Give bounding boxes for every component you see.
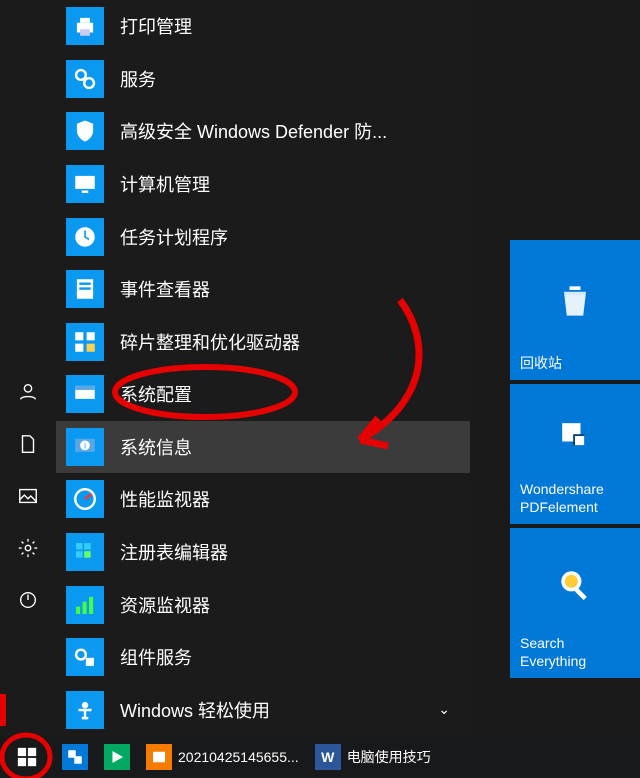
tile-label: Search Everything (520, 634, 630, 670)
pdfelement-icon (520, 392, 630, 480)
start-app-sysconfig[interactable]: 系统配置 (56, 368, 470, 421)
app-label: 性能监视器 (120, 486, 210, 512)
start-app-ease[interactable]: Windows 轻松使用 ⌄ (56, 684, 470, 737)
regedit-icon (66, 533, 104, 571)
app-label: 组件服务 (120, 644, 192, 670)
services-icon (66, 60, 104, 98)
svg-text:i: i (84, 442, 86, 451)
pdfelement-icon (62, 744, 88, 770)
sysconfig-icon (66, 375, 104, 413)
computer-icon (66, 165, 104, 203)
word-icon: W (315, 744, 341, 770)
tile-search-everything[interactable]: Search Everything (510, 528, 640, 678)
app-label: Windows 轻松使用 (120, 697, 270, 723)
app-label: 系统信息 (120, 434, 192, 460)
rail-documents[interactable] (16, 432, 40, 456)
taskbar-item-pdfelement[interactable] (54, 736, 96, 778)
start-app-sysinfo[interactable]: i 系统信息 (56, 421, 470, 474)
app-label: 计算机管理 (120, 171, 210, 197)
start-app-printer[interactable]: 打印管理 (56, 0, 470, 53)
app-label: 注册表编辑器 (120, 539, 228, 565)
start-app-component[interactable]: 组件服务 (56, 631, 470, 684)
app-label: 事件查看器 (120, 276, 210, 302)
app-label: 系统配置 (120, 381, 192, 407)
taskbar-label: 电脑使用技巧 (347, 747, 431, 767)
taskbar-item-reader[interactable]: 20210425145655... (138, 736, 307, 778)
chevron-down-icon: ⌄ (438, 701, 450, 718)
taskbar: 20210425145655... W 电脑使用技巧 (0, 736, 640, 778)
start-button[interactable] (0, 736, 54, 778)
start-app-regedit[interactable]: 注册表编辑器 (56, 526, 470, 579)
defrag-icon (66, 323, 104, 361)
shield-icon (66, 112, 104, 150)
app-label: 资源监视器 (120, 592, 210, 618)
rail-power[interactable] (16, 588, 40, 612)
tile-label: Wondershare PDFelement (520, 480, 630, 516)
sysinfo-icon: i (66, 428, 104, 466)
video-icon (104, 744, 130, 770)
ease-icon (66, 691, 104, 729)
live-tiles-column: 回收站 Wondershare PDFelement Search Everyt… (510, 240, 640, 678)
app-label: 高级安全 Windows Defender 防... (120, 118, 387, 144)
start-app-shield[interactable]: 高级安全 Windows Defender 防... (56, 105, 470, 158)
start-app-defrag[interactable]: 碎片整理和优化驱动器 (56, 315, 470, 368)
app-label: 服务 (120, 66, 156, 92)
recycle-bin-icon (520, 248, 630, 354)
start-menu: 打印管理服务高级安全 Windows Defender 防... 计算机管理任务计… (0, 0, 470, 736)
taskbar-item-word[interactable]: W 电脑使用技巧 (307, 736, 439, 778)
printer-icon (66, 7, 104, 45)
start-app-resmon[interactable]: 资源监视器 (56, 578, 470, 631)
rail-settings[interactable] (16, 536, 40, 560)
taskbar-item-video[interactable] (96, 736, 138, 778)
tile-pdfelement[interactable]: Wondershare PDFelement (510, 384, 640, 524)
start-app-computer[interactable]: 计算机管理 (56, 158, 470, 211)
taskbar-label: 20210425145655... (178, 749, 299, 765)
component-icon (66, 638, 104, 676)
start-app-list: 打印管理服务高级安全 Windows Defender 防... 计算机管理任务计… (56, 0, 470, 736)
app-label: 打印管理 (120, 13, 192, 39)
tile-label: 回收站 (520, 354, 562, 372)
start-app-event[interactable]: 事件查看器 (56, 263, 470, 316)
search-icon (520, 536, 630, 634)
perf-icon (66, 480, 104, 518)
reader-icon (146, 744, 172, 770)
app-label: 碎片整理和优化驱动器 (120, 329, 300, 355)
resmon-icon (66, 586, 104, 624)
app-label: 任务计划程序 (120, 224, 228, 250)
rail-pictures[interactable] (16, 484, 40, 508)
start-app-clock[interactable]: 任务计划程序 (56, 210, 470, 263)
start-app-perf[interactable]: 性能监视器 (56, 473, 470, 526)
tile-recycle-bin[interactable]: 回收站 (510, 240, 640, 380)
rail-user[interactable] (16, 380, 40, 404)
start-app-services[interactable]: 服务 (56, 53, 470, 106)
start-rail (0, 0, 56, 736)
clock-icon (66, 218, 104, 256)
event-icon (66, 270, 104, 308)
